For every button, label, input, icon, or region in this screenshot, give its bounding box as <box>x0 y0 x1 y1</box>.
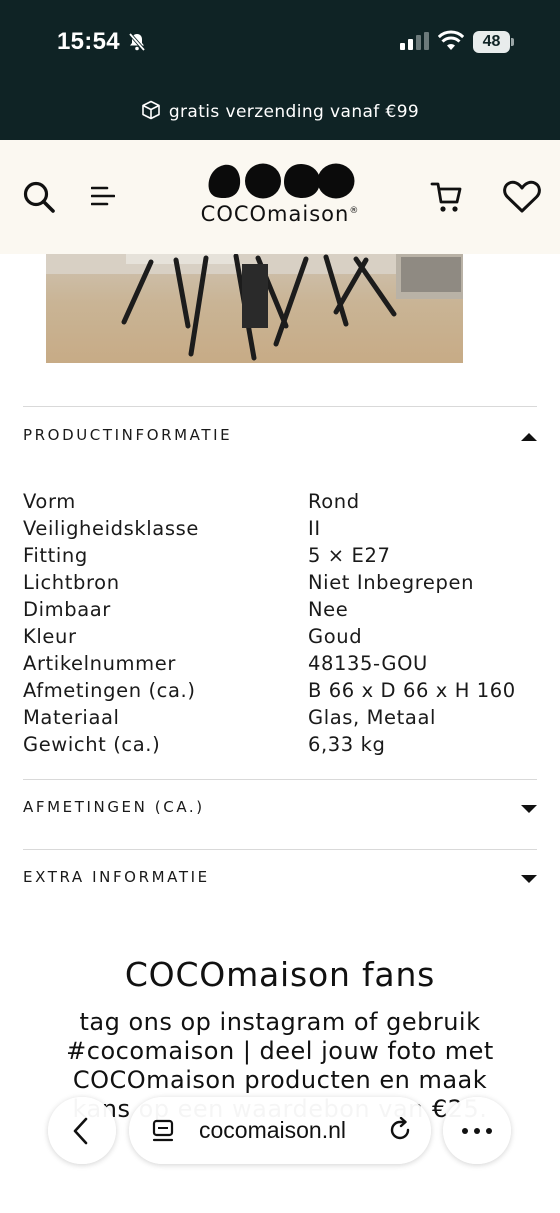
spec-label: Afmetingen (ca.) <box>23 679 196 702</box>
spec-value: 5 × E27 <box>308 544 391 567</box>
caret-down-icon[interactable] <box>520 804 538 814</box>
chevron-left-icon <box>73 1117 88 1145</box>
heart-icon[interactable] <box>503 180 541 214</box>
chair-legs-illustration <box>46 254 463 361</box>
divider <box>23 406 537 407</box>
wifi-icon <box>438 30 464 50</box>
promo-text: gratis verzending vanaf €99 <box>168 102 420 122</box>
top-bar: 15:54 48 gratis verzending vanaf €99 <box>0 0 560 140</box>
spec-value: Niet Inbegrepen <box>308 571 475 594</box>
spec-label: Lichtbron <box>23 571 120 594</box>
spec-value: Rond <box>308 490 360 513</box>
spec-label: Materiaal <box>23 706 120 729</box>
caret-up-icon[interactable] <box>520 432 538 442</box>
spec-label: Gewicht (ca.) <box>23 733 161 756</box>
spec-label: Veiligheidsklasse <box>23 517 199 540</box>
package-icon <box>142 100 160 120</box>
divider <box>23 779 537 780</box>
promo-banner[interactable]: gratis verzending vanaf €99 <box>0 100 560 122</box>
spec-row: Afmetingen (ca.) B 66 x D 66 x H 160 <box>23 677 537 704</box>
spec-row: Gewicht (ca.) 6,33 kg <box>23 731 537 758</box>
logo-text: COCOmaison® <box>200 202 360 226</box>
fans-title: COCOmaison fans <box>124 955 436 994</box>
spec-row: Lichtbron Niet Inbegrepen <box>23 569 537 596</box>
product-info-title[interactable]: PRODUCTINFORMATIE <box>23 426 232 444</box>
page-info-icon[interactable] <box>151 1119 175 1143</box>
site-header: COCOmaison® <box>0 140 560 254</box>
spec-row: Kleur Goud <box>23 623 537 650</box>
spec-label: Vorm <box>23 490 76 513</box>
divider <box>23 849 537 850</box>
back-button[interactable] <box>48 1097 116 1164</box>
spec-value: 6,33 kg <box>308 733 386 756</box>
spec-row: Vorm Rond <box>23 488 537 515</box>
bell-muted-icon <box>128 32 146 52</box>
spec-label: Artikelnummer <box>23 652 176 675</box>
spec-row: Dimbaar Nee <box>23 596 537 623</box>
spec-row: Artikelnummer 48135-GOU <box>23 650 537 677</box>
spec-value: B 66 x D 66 x H 160 <box>308 679 516 702</box>
ellipsis-icon <box>462 1128 492 1134</box>
spec-value: Nee <box>308 598 349 621</box>
product-image[interactable] <box>46 254 463 363</box>
spec-value: II <box>308 517 321 540</box>
spec-value: 48135-GOU <box>308 652 428 675</box>
spec-value: Goud <box>308 625 363 648</box>
more-options-button[interactable] <box>443 1097 511 1164</box>
url-text[interactable]: cocomaison.nl <box>199 1117 346 1144</box>
spec-row: Materiaal Glas, Metaal <box>23 704 537 731</box>
spec-row: Fitting 5 × E27 <box>23 542 537 569</box>
spec-label: Fitting <box>23 544 88 567</box>
reload-icon[interactable] <box>387 1117 413 1143</box>
address-bar[interactable]: cocomaison.nl <box>129 1097 431 1164</box>
spec-label: Dimbaar <box>23 598 111 621</box>
spec-row: Veiligheidsklasse II <box>23 515 537 542</box>
caret-down-icon[interactable] <box>520 874 538 884</box>
spec-label: Kleur <box>23 625 77 648</box>
extra-info-accordion-title[interactable]: EXTRA INFORMATIE <box>23 868 210 886</box>
spec-value: Glas, Metaal <box>308 706 437 729</box>
battery-indicator: 48 <box>473 31 515 53</box>
status-time: 15:54 <box>57 28 120 55</box>
logo-mark <box>208 163 355 199</box>
signal-icon <box>400 32 429 50</box>
search-icon[interactable] <box>22 180 56 214</box>
cart-icon[interactable] <box>430 180 464 214</box>
menu-icon[interactable] <box>91 185 115 207</box>
spec-table: Vorm Rond Veiligheidsklasse II Fitting 5… <box>23 488 537 758</box>
dimensions-accordion-title[interactable]: AFMETINGEN (CA.) <box>23 798 205 816</box>
logo[interactable]: COCOmaison® <box>200 162 360 234</box>
battery-level: 48 <box>473 31 510 53</box>
